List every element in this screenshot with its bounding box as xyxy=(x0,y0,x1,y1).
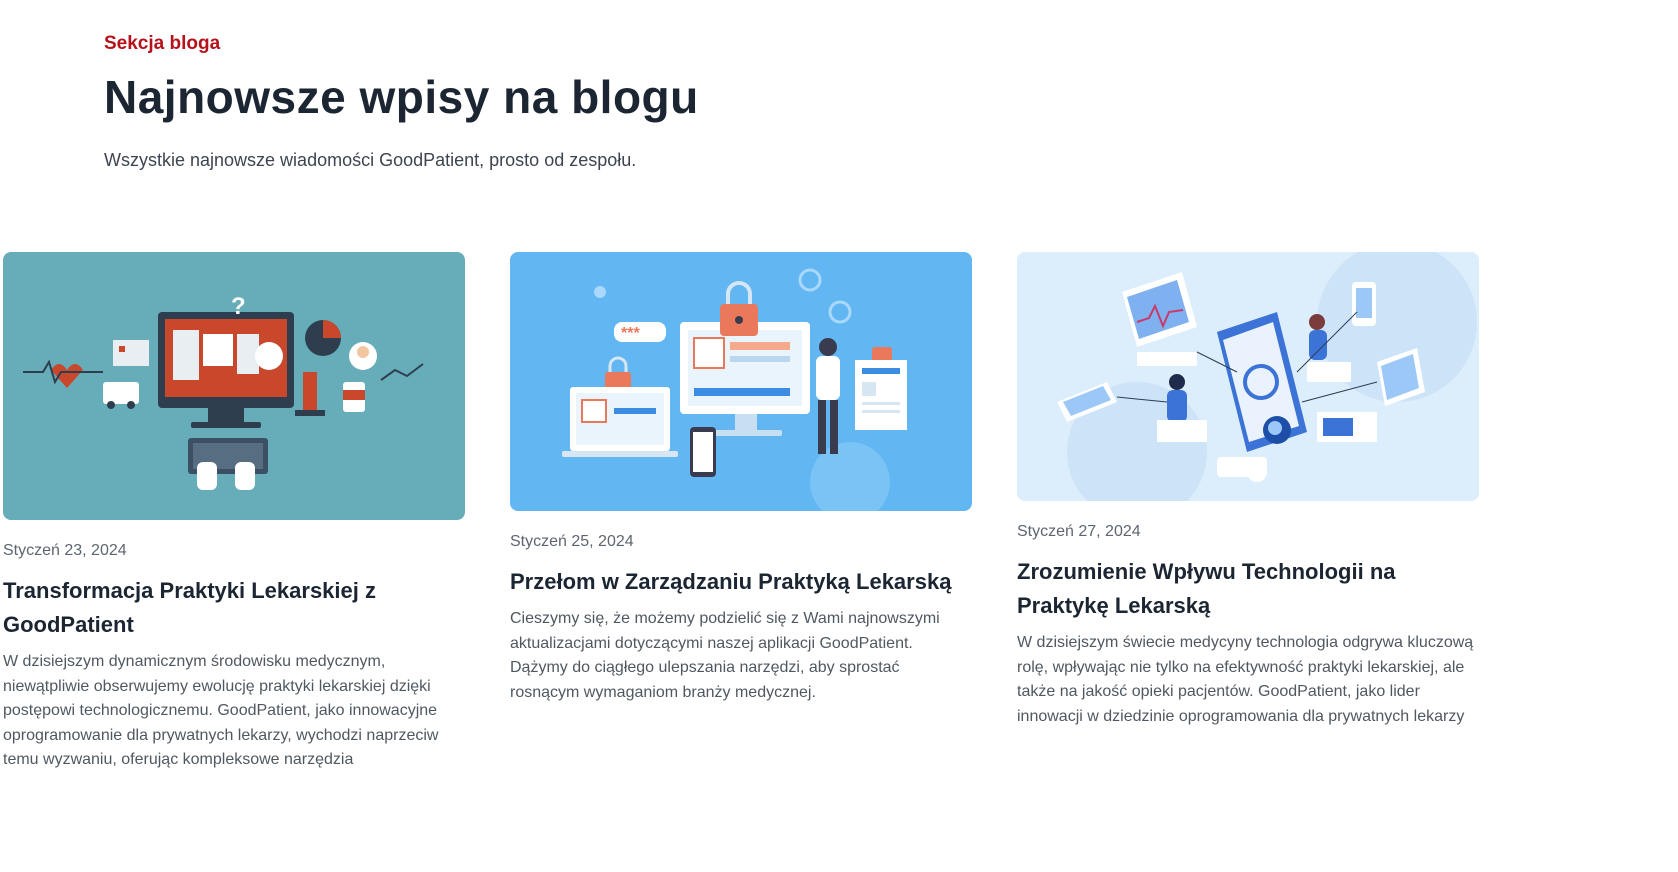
medical-technology-isometric-illustration-icon xyxy=(1017,252,1479,501)
blog-card-image-link[interactable] xyxy=(1017,252,1479,501)
medical-security-illustration-icon: *** xyxy=(510,252,972,511)
blog-card-image-link[interactable]: *** xyxy=(510,252,972,511)
blog-card[interactable]: ? Styczeń 23, 2024 Transformacja Praktyk… xyxy=(3,252,465,773)
post-title[interactable]: Przełom w Zarządzaniu Praktyką Lekarską xyxy=(510,565,972,599)
post-date: Styczeń 23, 2024 xyxy=(3,542,127,559)
post-title[interactable]: Zrozumienie Wpływu Technologii na Prakty… xyxy=(1017,555,1479,623)
svg-text:***: *** xyxy=(621,325,640,342)
blog-card-image-link[interactable]: ? xyxy=(3,252,465,520)
post-excerpt: W dzisiejszym świecie medycyny technolog… xyxy=(1017,634,1474,725)
post-excerpt: W dzisiejszym dynamicznym środowisku med… xyxy=(3,653,439,768)
post-title[interactable]: Transformacja Praktyki Lekarskiej z Good… xyxy=(3,574,465,642)
post-date: Styczeń 25, 2024 xyxy=(510,533,634,550)
page-subtitle: Wszystkie najnowsze wiadomości GoodPatie… xyxy=(104,150,637,170)
medical-computer-illustration-icon: ? xyxy=(3,252,465,520)
section-eyebrow: Sekcja bloga xyxy=(104,33,221,54)
post-date: Styczeń 27, 2024 xyxy=(1017,523,1141,540)
blog-card[interactable]: *** Styczeń 25, 2024 Przełom w Zarządzan… xyxy=(510,252,972,705)
blog-card[interactable]: Styczeń 27, 2024 Zrozumienie Wpływu Tech… xyxy=(1017,252,1479,729)
post-excerpt: Cieszymy się, że możemy podzielić się z … xyxy=(510,610,940,701)
svg-text:?: ? xyxy=(231,293,246,320)
page-title: Najnowsze wpisy na blogu xyxy=(104,71,699,123)
